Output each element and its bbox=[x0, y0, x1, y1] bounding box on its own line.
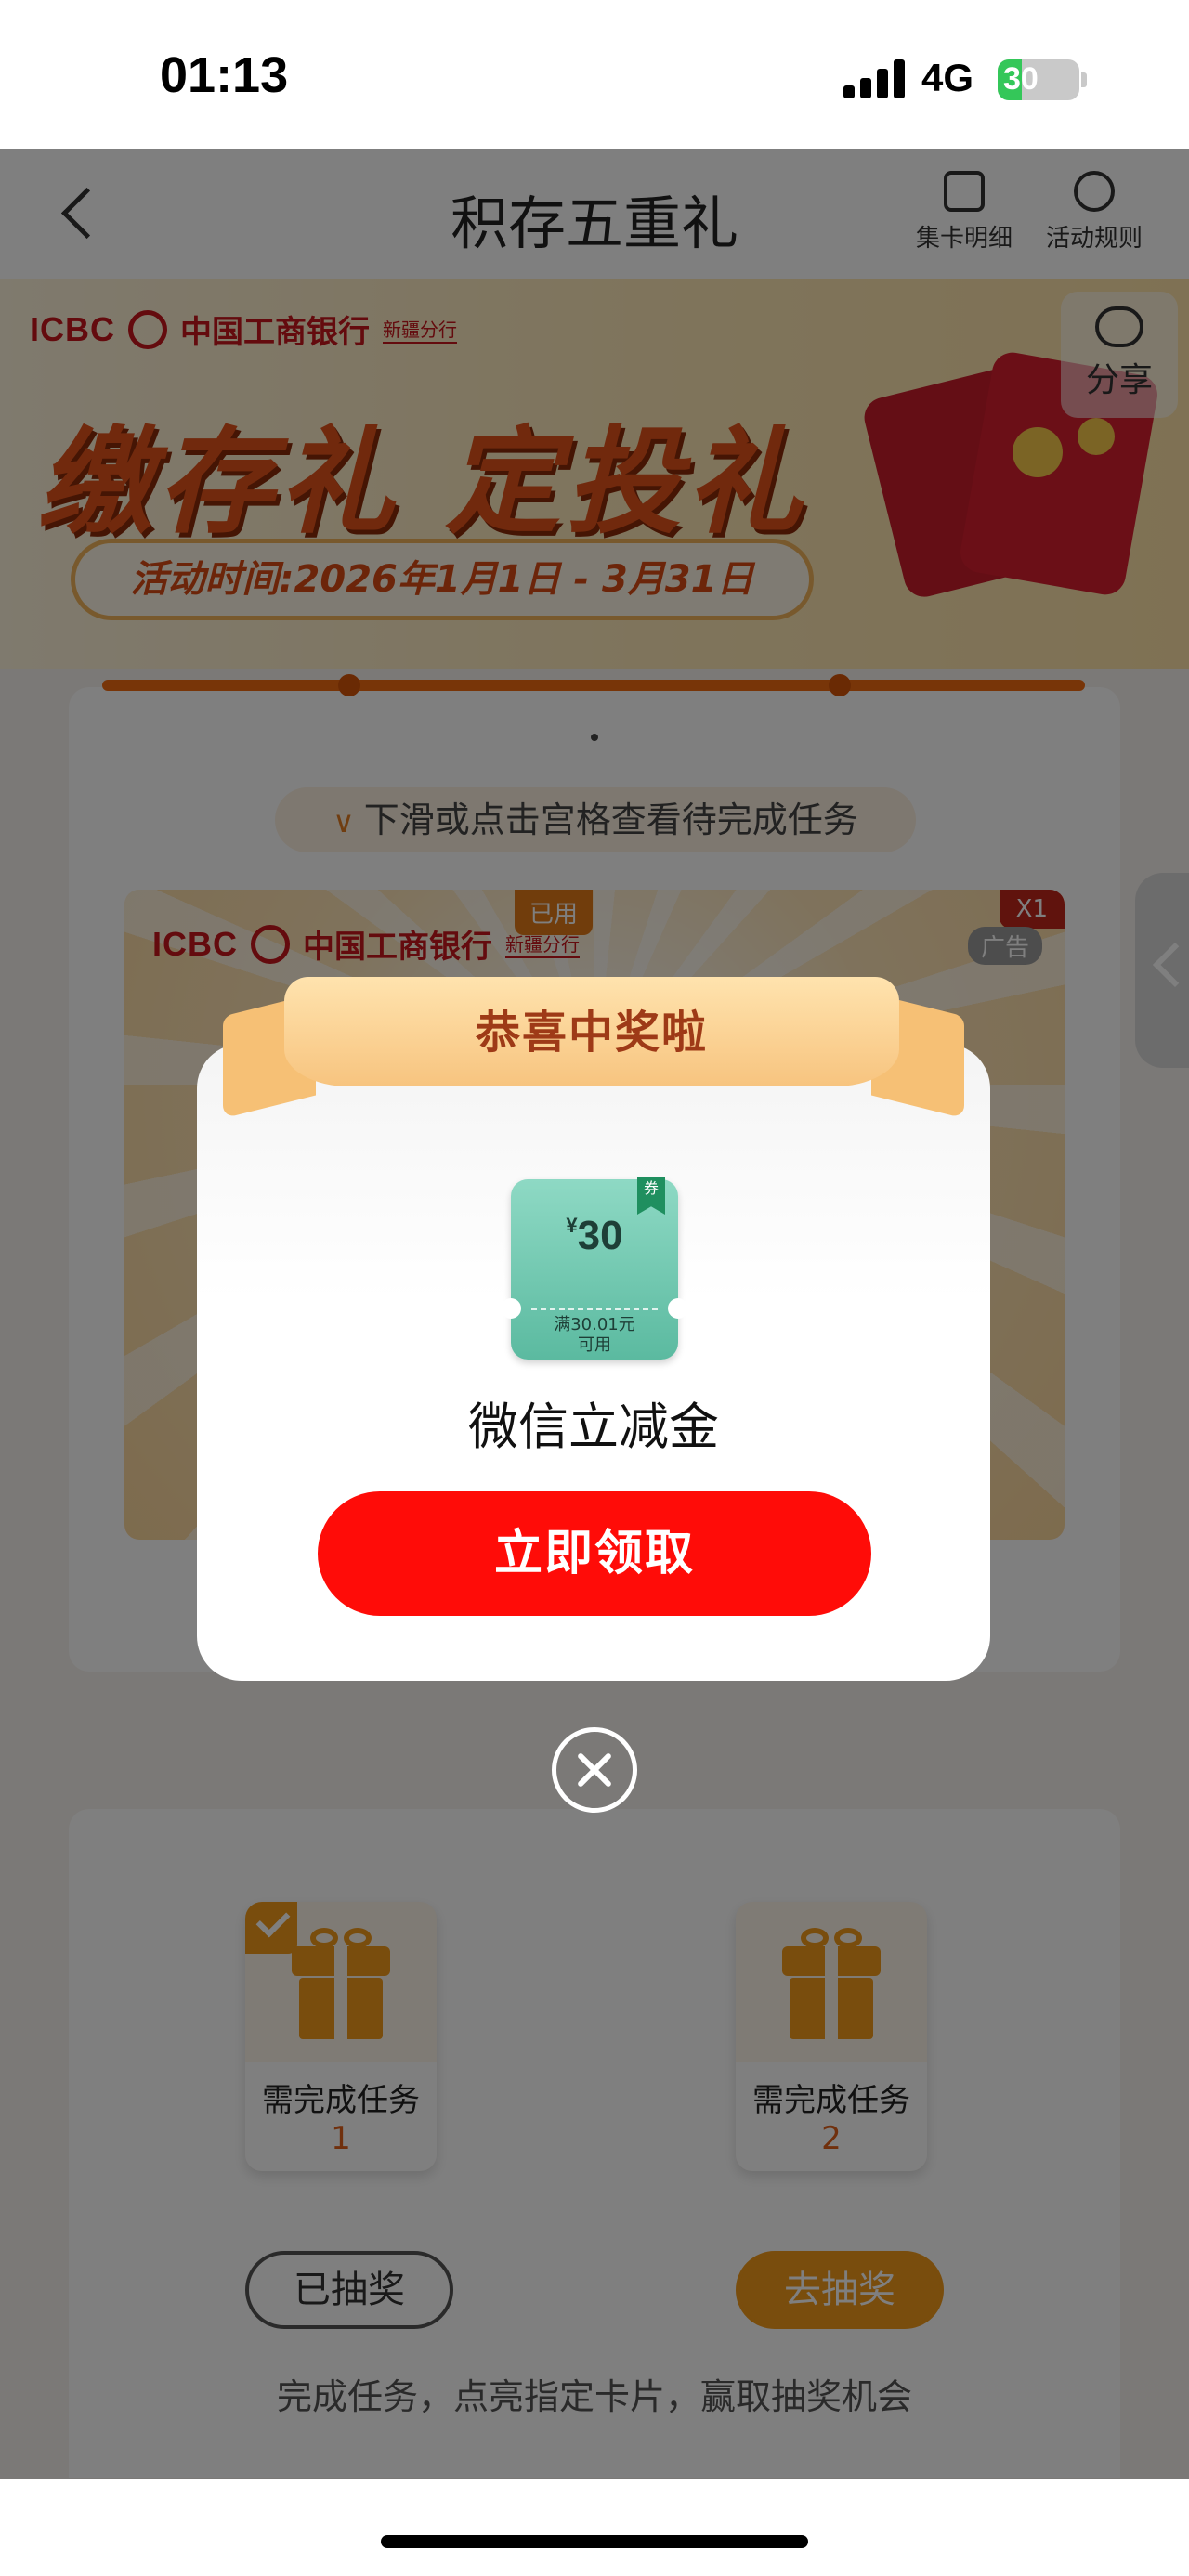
coupon-condition: 满30.01元 可用 bbox=[511, 1315, 678, 1356]
home-indicator-bar bbox=[0, 2479, 1189, 2576]
home-indicator[interactable] bbox=[381, 2535, 808, 2548]
congrats-title: 恭喜中奖啦 bbox=[475, 1007, 708, 1059]
coupon-card: 券 ¥30 满30.01元 可用 bbox=[501, 1177, 688, 1360]
signal-icon bbox=[843, 59, 905, 98]
coupon-amount: 30 bbox=[577, 1213, 623, 1258]
congrats-ribbon: 恭喜中奖啦 bbox=[284, 977, 899, 1086]
prize-name: 微信立减金 bbox=[468, 1398, 719, 1456]
claim-now-button[interactable]: 立即领取 bbox=[318, 1491, 871, 1616]
battery-tip bbox=[1081, 72, 1087, 87]
status-bar: 01:13 4G 30 bbox=[0, 0, 1189, 149]
coupon-currency: ¥ bbox=[566, 1214, 578, 1237]
coupon-condition-line1: 满30.01元 bbox=[554, 1315, 635, 1334]
network-type: 4G bbox=[921, 56, 974, 99]
coupon-value: ¥30 bbox=[511, 1213, 678, 1259]
battery-percent: 30 bbox=[1003, 61, 1039, 97]
close-icon[interactable] bbox=[552, 1727, 637, 1813]
coupon-condition-line2: 可用 bbox=[578, 1335, 611, 1355]
coupon-divider bbox=[531, 1308, 658, 1310]
battery-icon: 30 bbox=[998, 59, 1079, 100]
coupon-flag: 券 bbox=[637, 1177, 665, 1215]
status-time: 01:13 bbox=[160, 47, 289, 103]
